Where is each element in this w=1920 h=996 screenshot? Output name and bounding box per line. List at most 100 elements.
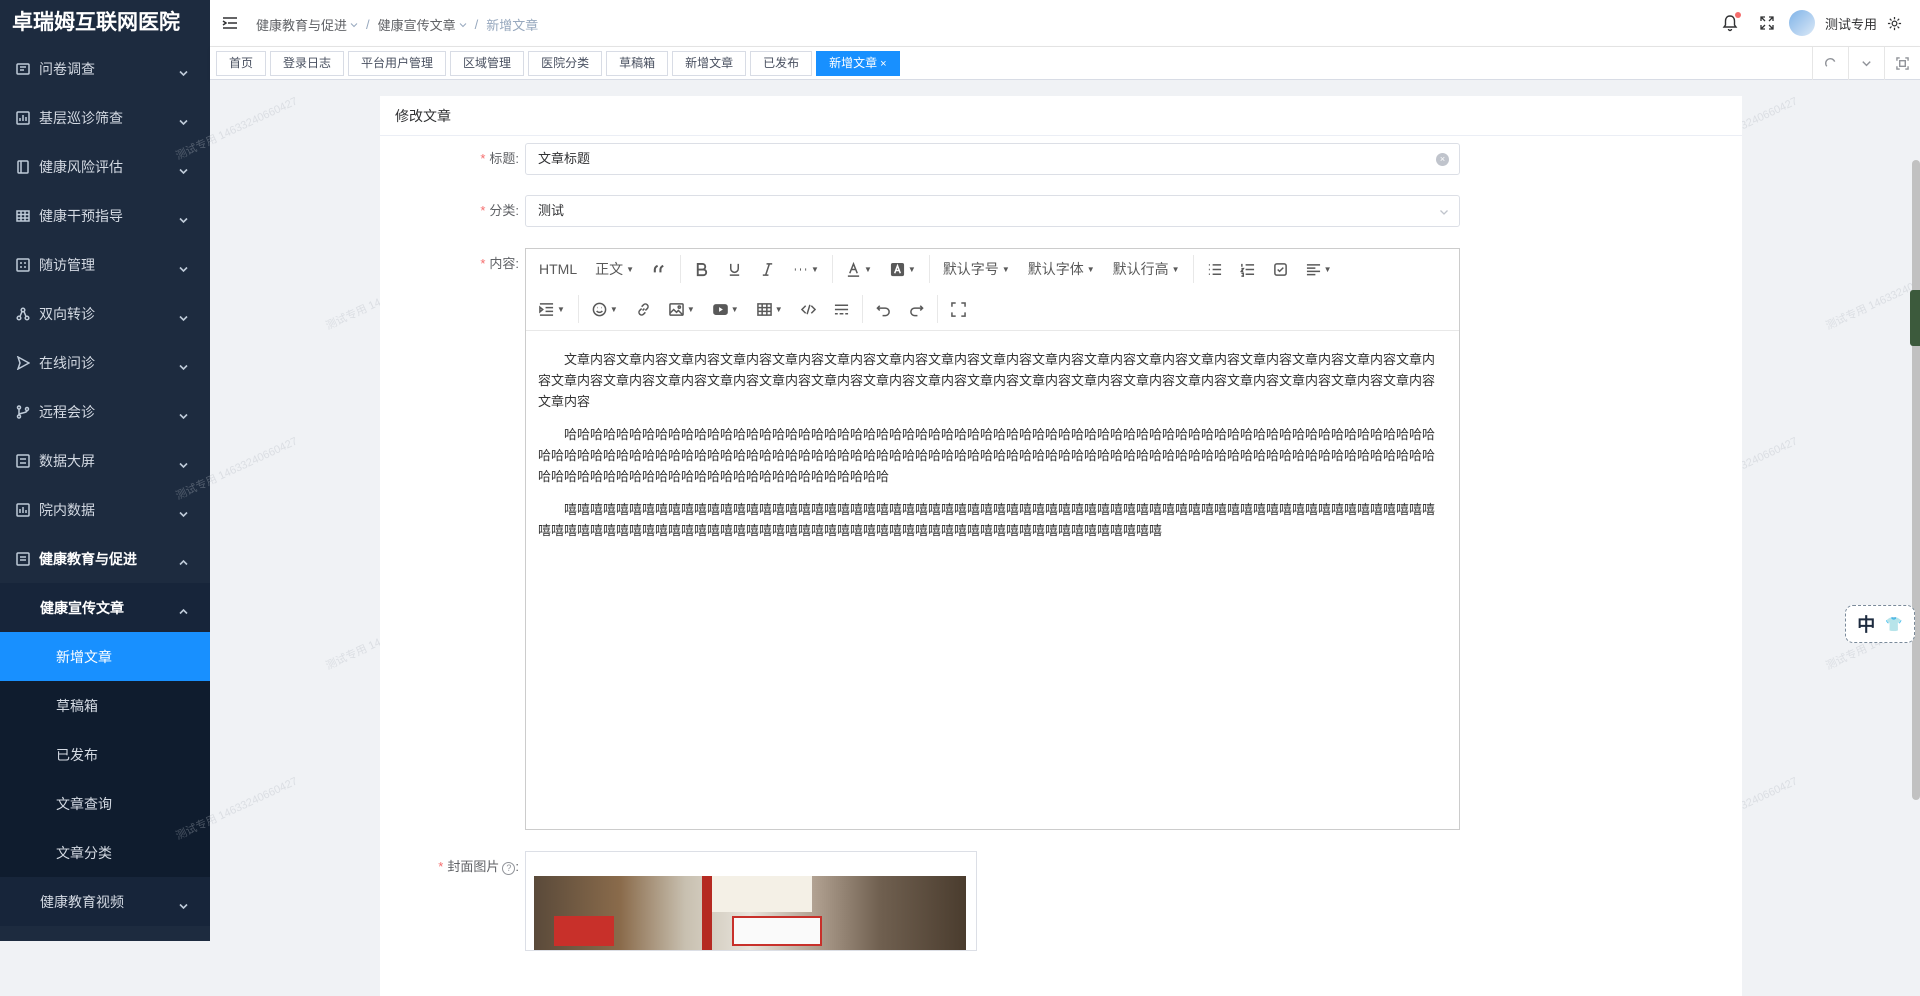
bell-icon[interactable] [1721,14,1739,32]
todo-button[interactable] [1264,254,1297,284]
align-button[interactable]: ▼ [1297,254,1341,284]
bold-button[interactable] [685,254,718,284]
sidebar-item-label: 随访管理 [39,255,95,275]
help-icon[interactable]: ? [502,862,515,875]
more-button[interactable]: ▼ [784,254,828,284]
ime-indicator[interactable]: 中 👕 [1845,605,1915,643]
sidebar-item[interactable]: 基层巡诊筛查 [0,93,210,142]
chevron-down-icon[interactable] [1848,47,1884,80]
code-icon [801,302,816,317]
sidebar-item[interactable]: 院内数据 [0,485,210,534]
cover-label-colon: : [515,859,519,874]
paragraph-select-label: 正文 [595,259,623,279]
italic-button[interactable] [751,254,784,284]
article-form-card: 修改文章 *标题: 文章标题 × *分类: 测试 *内容: HTML 正文▼ [380,96,1742,996]
sidebar-item[interactable]: 已发布 [0,730,210,779]
sidebar-item[interactable]: 双向转诊 [0,289,210,338]
sidebar-item[interactable]: 健康宣传文章 [0,583,210,632]
video-icon [713,302,728,317]
redo-button[interactable] [900,294,933,324]
tab-tag-label: 新增文章 [829,56,877,70]
sidebar-item[interactable]: 随访管理 [0,240,210,289]
sidebar-item[interactable]: 草稿箱 [0,681,210,730]
refresh-icon[interactable] [1812,47,1848,80]
font-family-select[interactable]: 默认字体▼ [1019,254,1104,284]
photo-banner [702,876,812,912]
breadcrumb-item-2[interactable]: 健康宣传文章 [378,15,456,34]
video-button[interactable]: ▼ [704,294,748,324]
image-button[interactable]: ▼ [660,294,704,324]
scrollbar[interactable] [1912,160,1920,800]
undo-button[interactable] [867,294,900,324]
menu-toggle-icon[interactable] [222,15,238,31]
emoji-button[interactable]: ▼ [583,294,627,324]
bg-color-button[interactable]: ▼ [881,254,925,284]
breadcrumb-item-1[interactable]: 健康教育与促进 [256,15,347,34]
divider-button[interactable] [825,294,858,324]
caret-down-icon: ▼ [687,305,695,314]
caret-down-icon: ▼ [626,265,634,274]
sidebar-item[interactable]: 文章分类 [0,828,210,877]
chevron-down-icon [179,362,188,371]
font-color-button[interactable]: ▼ [837,254,881,284]
avatar[interactable] [1789,10,1815,36]
clear-icon[interactable]: × [1436,153,1449,166]
sidebar-item[interactable]: 文章查询 [0,779,210,828]
html-button[interactable]: HTML [530,254,586,284]
quote-icon [652,262,667,277]
tab-tag[interactable]: 区域管理 [450,51,524,76]
link-button[interactable] [627,294,660,324]
todo-icon [1273,262,1288,277]
tab-tag[interactable]: 已发布 [750,51,812,76]
sidebar-item[interactable]: 远程会诊 [0,387,210,436]
fullscreen-icon[interactable] [1759,15,1775,31]
sidebar-item[interactable]: 健康风险评估 [0,142,210,191]
tab-tag[interactable]: 登录日志 [270,51,344,76]
paragraph-select[interactable]: 正文▼ [586,254,643,284]
form-row-cover: *封面图片?: [380,851,977,951]
tab-tag[interactable]: 平台用户管理 [348,51,446,76]
grid-icon [16,209,30,223]
indent-button[interactable]: ▼ [530,294,574,324]
username[interactable]: 测试专用 [1825,14,1877,33]
fullscreen-button[interactable] [942,294,975,324]
expand-icon [951,302,966,317]
sidebar-item[interactable]: 健康教育与促进 [0,534,210,583]
sidebar-item[interactable]: 数据大屏 [0,436,210,485]
sidebar-item[interactable]: 在线问诊 [0,338,210,387]
line-height-select[interactable]: 默认行高▼ [1104,254,1189,284]
numbered-list-button[interactable] [1231,254,1264,284]
sidebar: 卓瑞姆互联网医院 问卷调查基层巡诊筛查健康风险评估健康干预指导随访管理双向转诊在… [0,0,210,941]
chevron-down-icon [179,264,188,273]
tab-tag[interactable]: 首页 [216,51,266,76]
sidebar-item[interactable]: 健康教育视频 [0,877,210,926]
bullet-list-button[interactable] [1198,254,1231,284]
tab-tag-label: 草稿箱 [619,56,655,70]
quote-button[interactable] [643,254,676,284]
tab-tag[interactable]: 医院分类 [528,51,602,76]
editor-content[interactable]: 文章内容文章内容文章内容文章内容文章内容文章内容文章内容文章内容文章内容文章内容… [526,331,1459,571]
sidebar-item-label: 远程会诊 [39,402,95,422]
chevron-down-icon [179,901,188,910]
title-input[interactable]: 文章标题 × [525,143,1460,175]
font-size-select[interactable]: 默认字号▼ [934,254,1019,284]
category-select[interactable]: 测试 [525,195,1460,227]
sidebar-item[interactable]: 健康干预指导 [0,191,210,240]
content-paragraph: 文章内容文章内容文章内容文章内容文章内容文章内容文章内容文章内容文章内容文章内容… [538,349,1447,412]
sidebar-item-label: 院内数据 [39,500,95,520]
table-button[interactable]: ▼ [748,294,792,324]
sidebar-item-label: 健康风险评估 [39,157,123,177]
tab-tag[interactable]: 新增文章 [672,51,746,76]
gear-icon[interactable] [1887,16,1902,31]
tab-tag[interactable]: 草稿箱 [606,51,668,76]
close-icon[interactable]: × [880,58,886,70]
tab-tag[interactable]: 新增文章× [816,51,899,76]
cover-image-uploader[interactable] [525,851,977,951]
maximize-icon[interactable] [1884,47,1920,80]
sidebar-item[interactable]: 问卷调查 [0,44,210,93]
side-widget-tab[interactable] [1910,290,1920,346]
caret-down-icon: ▼ [1087,265,1095,274]
code-button[interactable] [792,294,825,324]
sidebar-item[interactable]: 新增文章 [0,632,210,681]
underline-button[interactable] [718,254,751,284]
